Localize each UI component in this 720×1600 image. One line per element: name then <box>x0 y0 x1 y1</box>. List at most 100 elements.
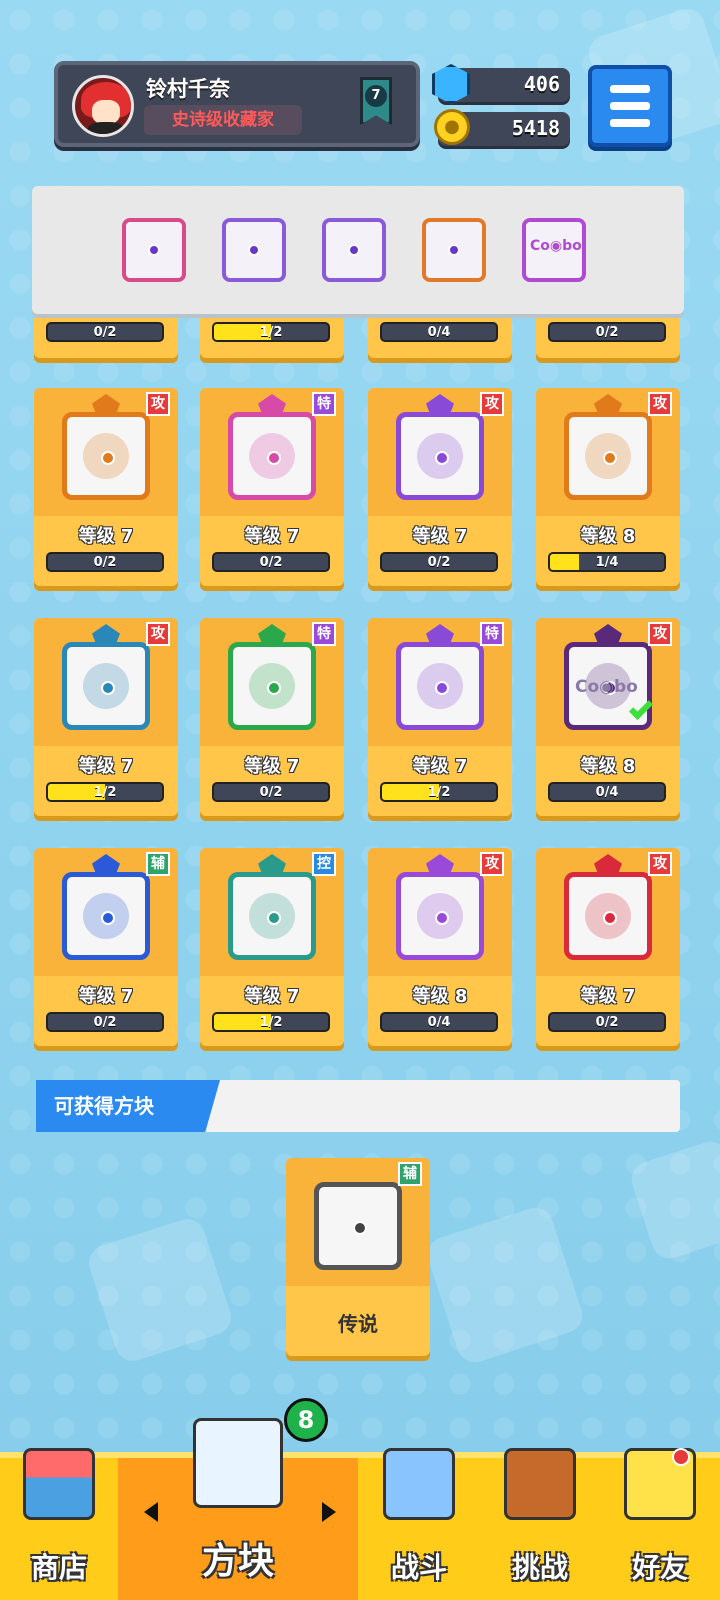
notification-badge: 8 <box>284 1398 328 1442</box>
nav-friends[interactable]: 好友 <box>600 1448 720 1600</box>
dice-card-partial[interactable]: 0/2 <box>34 318 178 358</box>
menu-icon <box>610 85 650 93</box>
chevron-right-icon[interactable] <box>322 1502 336 1522</box>
progress-bar: 0/4 <box>548 782 666 802</box>
dice-card[interactable]: Co◉bo 攻等级 8 0/4 <box>536 618 680 816</box>
progress-bar: 0/4 <box>380 1012 498 1032</box>
level-label: 等级 7 <box>580 986 636 1007</box>
gun-dice-icon <box>564 412 652 500</box>
gem-counter[interactable]: 406 <box>432 64 570 104</box>
deck-slot-infinity-dice-icon[interactable] <box>422 218 486 282</box>
role-tag: 攻 <box>648 852 672 876</box>
combo-text: Co◉bo <box>530 238 582 254</box>
atom-dice-icon <box>396 412 484 500</box>
bottom-nav: 商店 方块 战斗 挑战 好友 <box>0 1418 720 1600</box>
avatar[interactable] <box>72 75 134 137</box>
progress-bar: 0/2 <box>46 322 164 342</box>
level-label: 等级 7 <box>78 986 134 1007</box>
player-title-badge: 史诗级收藏家 <box>144 105 302 135</box>
dice-card[interactable]: 攻等级 7 1/2 <box>34 618 178 816</box>
progress-text: 0/2 <box>427 555 451 570</box>
level-label: 等级 8 <box>412 986 468 1007</box>
level-label: 等级 7 <box>244 986 300 1007</box>
dice-box-icon <box>193 1418 283 1508</box>
deck-slot-purple-crack-dice-icon[interactable] <box>322 218 386 282</box>
challenge-icon <box>504 1448 576 1520</box>
available-dice-section: 可获得方块 <box>36 1080 680 1132</box>
wind-dice-icon <box>228 642 316 730</box>
notification-dot <box>672 1448 690 1466</box>
progress-text: 0/2 <box>93 555 117 570</box>
dice-card[interactable]: 特等级 7 0/2 <box>200 388 344 586</box>
role-tag: 特 <box>480 622 504 646</box>
vortex-dice-icon <box>62 642 150 730</box>
role-tag: 攻 <box>146 392 170 416</box>
dice-card-partial[interactable]: 0/2 <box>536 318 680 358</box>
player-profile-panel[interactable]: 铃村千奈 史诗级收藏家 7 <box>54 61 420 147</box>
deck-slot-combo-dice-icon[interactable]: Co◉bo <box>522 218 586 282</box>
progress-bar: 0/2 <box>548 1012 666 1032</box>
shop-icon <box>23 1448 95 1520</box>
progress-bar: 1/2 <box>46 782 164 802</box>
swirl-dice-icon <box>396 642 484 730</box>
section-title: 可获得方块 <box>36 1080 220 1132</box>
clock-dice-icon <box>314 1182 402 1270</box>
sun-dice-icon <box>62 412 150 500</box>
nav-shop[interactable]: 商店 <box>0 1448 118 1600</box>
role-tag: 攻 <box>480 392 504 416</box>
level-label: 等级 7 <box>78 526 134 547</box>
dice-card[interactable]: 特等级 7 0/2 <box>200 618 344 816</box>
nav-challenge[interactable]: 挑战 <box>480 1448 600 1600</box>
nav-battle[interactable]: 战斗 <box>358 1448 480 1600</box>
dice-card[interactable]: 攻等级 7 0/2 <box>536 848 680 1046</box>
progress-bar: 1/2 <box>212 1012 330 1032</box>
dice-card[interactable]: 控等级 7 1/2 <box>200 848 344 1046</box>
dice-card[interactable]: 攻等级 7 0/2 <box>368 388 512 586</box>
dice-card[interactable]: 攻等级 8 1/4 <box>536 388 680 586</box>
battle-icon <box>383 1448 455 1520</box>
wave-dice-icon <box>228 872 316 960</box>
dice-card-partial[interactable]: 0/4 <box>368 318 512 358</box>
progress-bar: 0/2 <box>46 552 164 572</box>
progress-text: 1/2 <box>259 1015 283 1030</box>
coin-icon: ● <box>434 109 470 145</box>
role-tag: 攻 <box>648 622 672 646</box>
progress-bar: 1/4 <box>548 552 666 572</box>
deck-slot-rainbow-dice-icon[interactable] <box>122 218 186 282</box>
progress-bar: 0/4 <box>380 322 498 342</box>
blackhole-dice-icon <box>564 872 652 960</box>
player-name: 铃村千奈 <box>146 77 230 101</box>
role-tag: 攻 <box>146 622 170 646</box>
progress-text: 1/2 <box>93 785 117 800</box>
level-label: 等级 7 <box>412 526 468 547</box>
dice-card[interactable]: 特等级 7 1/2 <box>368 618 512 816</box>
equipped-deck-bar: Co◉bo <box>32 186 684 314</box>
menu-button[interactable] <box>588 65 672 147</box>
role-tag: 控 <box>312 852 336 876</box>
role-tag: 特 <box>312 392 336 416</box>
rarity-label: 传说 <box>338 1312 378 1336</box>
gem-amount: 406 <box>523 72 560 96</box>
level-label: 等级 7 <box>244 756 300 777</box>
role-tag: 特 <box>312 622 336 646</box>
available-dice-card[interactable]: 辅 传说 <box>286 1158 430 1356</box>
dice-card-partial[interactable]: 1/2 <box>200 318 344 358</box>
role-tag: 辅 <box>398 1162 422 1186</box>
sword-dice-icon <box>228 412 316 500</box>
nav-dice[interactable]: 方块 <box>118 1418 358 1600</box>
level-label: 等级 8 <box>580 756 636 777</box>
level-label: 等级 7 <box>244 526 300 547</box>
star-dice-icon <box>396 872 484 960</box>
role-tag: 攻 <box>648 392 672 416</box>
chevron-left-icon[interactable] <box>144 1502 158 1522</box>
level-label: 等级 7 <box>78 756 134 777</box>
progress-bar: 0/2 <box>212 782 330 802</box>
dice-card[interactable]: 辅等级 7 0/2 <box>34 848 178 1046</box>
dice-card[interactable]: 攻等级 7 0/2 <box>34 388 178 586</box>
dice-card[interactable]: 攻等级 8 0/4 <box>368 848 512 1046</box>
coin-counter[interactable]: ● 5418 <box>434 109 570 146</box>
role-tag: 辅 <box>146 852 170 876</box>
deck-slot-purple-dragon-dice-icon[interactable] <box>222 218 286 282</box>
progress-bar: 0/2 <box>548 322 666 342</box>
progress-text: 1/4 <box>595 555 619 570</box>
